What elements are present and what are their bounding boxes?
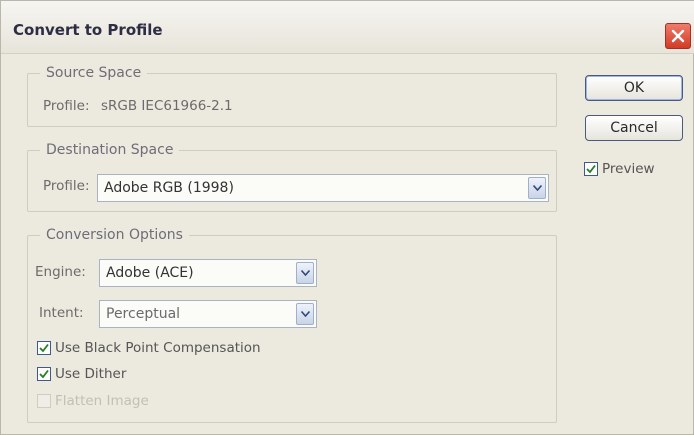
- checkbox-box: [37, 367, 51, 381]
- cancel-button[interactable]: Cancel: [585, 115, 683, 141]
- checkbox-label: Flatten Image: [55, 393, 149, 409]
- checkmark-icon: [39, 369, 49, 379]
- engine-label: Engine:: [35, 264, 86, 280]
- preview-checkbox[interactable]: Preview: [584, 161, 655, 177]
- intent-value: Perceptual: [106, 306, 181, 322]
- source-profile-label: Profile:: [43, 98, 90, 114]
- checkbox-label: Use Black Point Compensation: [55, 340, 261, 356]
- destination-space-legend: Destination Space: [46, 142, 174, 158]
- checkmark-icon: [586, 164, 596, 174]
- use-dither-checkbox[interactable]: Use Dither: [37, 366, 126, 382]
- flatten-image-checkbox: Flatten Image: [37, 393, 149, 409]
- intent-label: Intent:: [39, 305, 84, 321]
- source-space-group: Source Space: [27, 65, 557, 127]
- checkmark-icon: [39, 343, 49, 353]
- source-profile-value: sRGB IEC61966-2.1: [101, 98, 233, 114]
- checkbox-label: Use Dither: [55, 366, 127, 382]
- close-button[interactable]: [665, 23, 691, 49]
- checkbox-box: [584, 162, 598, 176]
- chevron-down-icon: [296, 262, 314, 284]
- preview-label: Preview: [602, 161, 655, 177]
- destination-profile-label: Profile:: [43, 178, 90, 194]
- checkbox-box: [37, 394, 51, 408]
- black-point-compensation-checkbox[interactable]: Use Black Point Compensation: [37, 340, 261, 356]
- chevron-down-icon: [296, 303, 314, 325]
- ok-button[interactable]: OK: [585, 75, 683, 101]
- title-bar[interactable]: Convert to Profile: [1, 1, 694, 54]
- convert-to-profile-dialog: Convert to Profile Source Space Profile:…: [0, 0, 694, 435]
- close-icon: [671, 29, 685, 43]
- checkbox-box: [37, 341, 51, 355]
- intent-dropdown[interactable]: Perceptual: [99, 300, 317, 328]
- source-space-legend: Source Space: [46, 65, 142, 81]
- engine-value: Adobe (ACE): [106, 265, 194, 281]
- chevron-down-icon: [528, 177, 546, 199]
- destination-profile-dropdown[interactable]: Adobe RGB (1998): [97, 174, 549, 202]
- dialog-title: Convert to Profile: [13, 21, 163, 39]
- engine-dropdown[interactable]: Adobe (ACE): [99, 259, 317, 287]
- conversion-options-legend: Conversion Options: [46, 227, 183, 243]
- destination-profile-value: Adobe RGB (1998): [104, 180, 234, 196]
